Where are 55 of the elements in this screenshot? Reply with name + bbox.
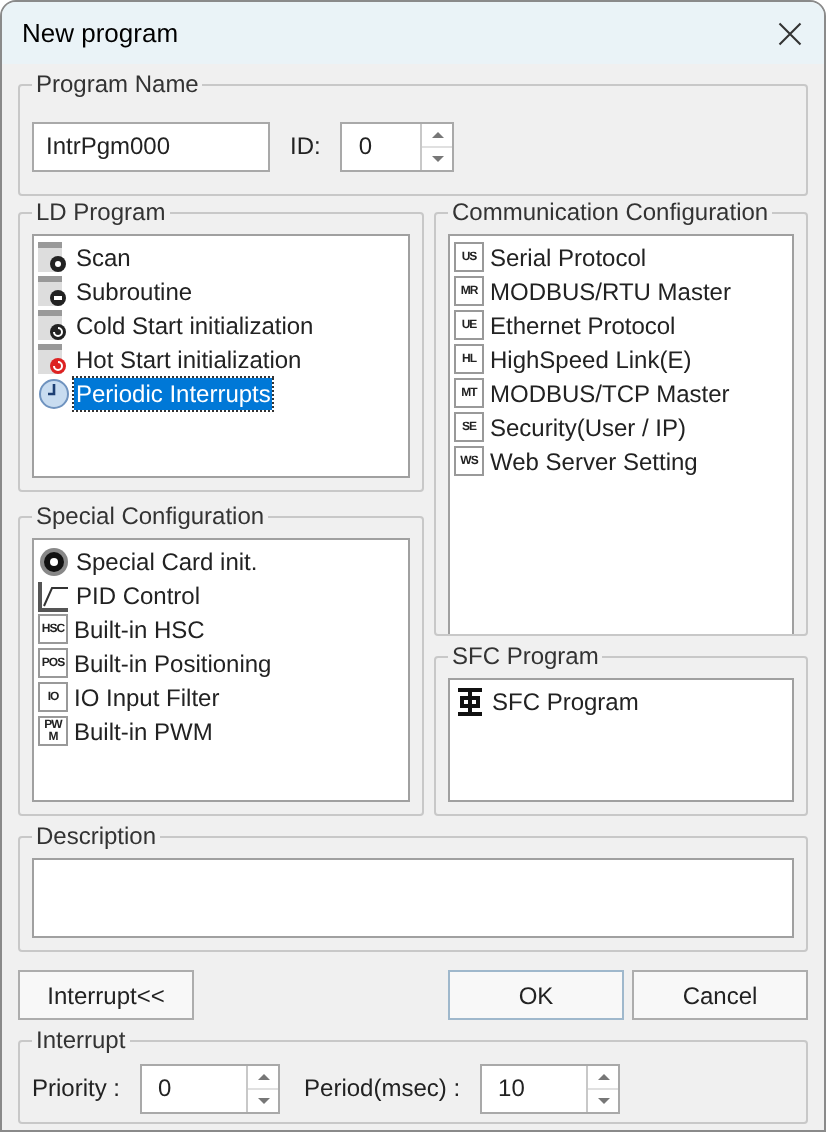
up-arrow-icon	[257, 1073, 270, 1079]
priority-label: Priority :	[32, 1072, 121, 1106]
list-item[interactable]: Web Server Setting	[488, 445, 700, 477]
description-field[interactable]	[32, 858, 794, 938]
down-arrow-icon	[257, 1097, 270, 1103]
ok-button[interactable]: OK	[448, 970, 624, 1020]
list-item[interactable]: Security(User / IP)	[488, 411, 689, 443]
group-label: Special Configuration	[32, 502, 269, 530]
list-item[interactable]: Built-in Positioning	[72, 647, 274, 679]
list-item[interactable]: IO Input Filter	[72, 681, 222, 713]
group-label: Description	[32, 822, 161, 850]
id-label: ID:	[290, 130, 321, 164]
list-item[interactable]: Hot Start initialization	[74, 343, 304, 375]
spin-field[interactable]: 0	[340, 121, 455, 171]
spin-field[interactable]: 0	[140, 1063, 281, 1113]
clock-icon	[38, 377, 70, 409]
list-item[interactable]: Scan	[74, 241, 133, 273]
list-item[interactable]: HighSpeed Link(E)	[488, 343, 694, 375]
list-item[interactable]: SFC Program	[490, 685, 641, 717]
list-item[interactable]: MODBUS/TCP Master	[488, 377, 732, 409]
list-item[interactable]: Subroutine	[74, 275, 195, 307]
program-icon	[38, 275, 70, 307]
down-arrow-icon	[431, 155, 444, 161]
program-icon	[38, 343, 70, 375]
interrupt-toggle-button[interactable]: Interrupt<<	[18, 970, 194, 1020]
group-label: SFC Program	[448, 642, 603, 670]
name-field[interactable]: IntrPgm000	[32, 121, 270, 171]
up-arrow-icon	[597, 1073, 610, 1079]
graph-icon	[38, 579, 70, 611]
list-item[interactable]: MODBUS/RTU Master	[488, 275, 733, 307]
list-item[interactable]: Special Card init.	[74, 545, 260, 577]
group-label: Communication Configuration	[448, 198, 773, 226]
close-icon[interactable]	[776, 19, 804, 47]
field-value: 0	[356, 129, 375, 163]
list-item[interactable]: Built-in PWM	[72, 715, 215, 747]
list-item[interactable]: Ethernet Protocol	[488, 309, 678, 341]
group-label: Program Name	[32, 70, 203, 98]
list-item[interactable]: Periodic Interrupts	[74, 377, 273, 409]
down-arrow-icon	[597, 1097, 610, 1103]
list-item[interactable]: Cold Start initialization	[74, 309, 316, 341]
list-item[interactable]: Serial Protocol	[488, 241, 649, 273]
cancel-button[interactable]: Cancel	[632, 970, 808, 1020]
period-label: Period(msec) :	[304, 1072, 461, 1106]
field-value: 10	[496, 1071, 527, 1105]
list-item[interactable]: PID Control	[74, 579, 203, 611]
up-arrow-icon	[431, 131, 444, 137]
group-label: LD Program	[32, 198, 170, 226]
program-icon	[38, 241, 70, 273]
list-item[interactable]: Built-in HSC	[72, 613, 207, 645]
spin-field[interactable]: 10	[480, 1063, 621, 1113]
program-icon	[38, 309, 70, 341]
sfc-icon	[454, 685, 486, 717]
field-value: 0	[156, 1071, 174, 1105]
group-label: Interrupt	[32, 1026, 130, 1054]
window-title: New program	[22, 15, 179, 52]
